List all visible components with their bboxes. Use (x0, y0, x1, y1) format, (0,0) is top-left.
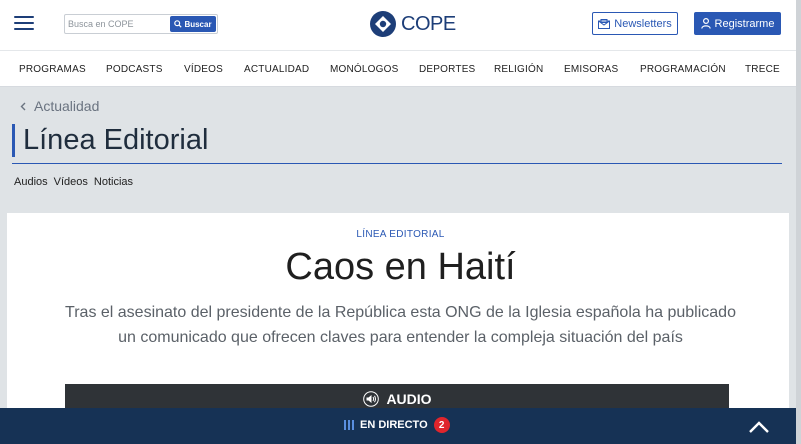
menu-icon[interactable] (14, 16, 34, 30)
cope-logo[interactable]: COPE (369, 8, 456, 40)
nav-item-podcasts[interactable]: PODCASTS (106, 64, 163, 75)
article-kicker[interactable]: LÍNEA EDITORIAL (0, 229, 801, 240)
user-icon (700, 18, 711, 29)
live-count-badge: 2 (433, 417, 450, 433)
newsletters-label: Newsletters (614, 17, 672, 30)
cope-logo-icon (370, 11, 396, 37)
section-subnav: Audios Vídeos Noticias (14, 176, 133, 188)
search-button[interactable]: Buscar (170, 16, 216, 32)
main-nav: PROGRAMAS PODCASTS VÍDEOS ACTUALIDAD MON… (0, 50, 801, 87)
breadcrumb-label: Actualidad (34, 98, 100, 114)
chevron-up-icon[interactable] (748, 420, 770, 434)
nav-item-religion[interactable]: RELIGIÓN (494, 64, 543, 75)
nav-item-deportes[interactable]: DEPORTES (419, 64, 475, 75)
article-lede: Tras el asesinato del presidente de la R… (65, 304, 736, 346)
subnav-audios[interactable]: Audios (14, 176, 48, 188)
nav-item-emisoras[interactable]: EMISORAS (564, 64, 618, 75)
logo-text: COPE (401, 12, 456, 35)
newsletters-button[interactable]: Newsletters (592, 12, 678, 35)
newsletter-icon (598, 18, 611, 29)
live-bar: EN DIRECTO 2 (0, 408, 801, 444)
subnav-videos[interactable]: Vídeos (54, 176, 88, 188)
section-title: Línea Editorial (12, 124, 208, 157)
search-button-label: Buscar (184, 19, 212, 29)
nav-item-programacion[interactable]: PROGRAMACIÓN (640, 64, 726, 75)
register-label: Registrarme (714, 17, 775, 30)
nav-item-actualidad[interactable]: ACTUALIDAD (244, 64, 309, 75)
live-label: EN DIRECTO (360, 419, 428, 431)
nav-item-trece[interactable]: TRECE (745, 64, 780, 75)
register-button[interactable]: Registrarme (694, 12, 781, 35)
breadcrumb[interactable]: Actualidad (20, 98, 99, 114)
live-bars-icon (344, 420, 354, 430)
article-headline: Caos en Haití (285, 246, 516, 288)
search-input[interactable] (68, 17, 168, 31)
nav-item-monologos[interactable]: MONÓLOGOS (330, 64, 398, 75)
nav-item-videos[interactable]: VÍDEOS (184, 64, 223, 75)
speaker-icon (363, 391, 380, 407)
top-header: Buscar COPE Newsletters Registrarme (0, 0, 801, 50)
search-icon (174, 20, 183, 28)
page-scrollbar[interactable] (796, 0, 801, 444)
live-button[interactable]: EN DIRECTO 2 (344, 417, 450, 433)
subnav-noticias[interactable]: Noticias (94, 176, 133, 188)
audio-label: AUDIO (386, 391, 432, 407)
nav-item-programas[interactable]: PROGRAMAS (19, 64, 86, 75)
section-divider (12, 163, 782, 164)
chevron-left-icon (20, 102, 26, 110)
search-box: Buscar (64, 14, 218, 34)
